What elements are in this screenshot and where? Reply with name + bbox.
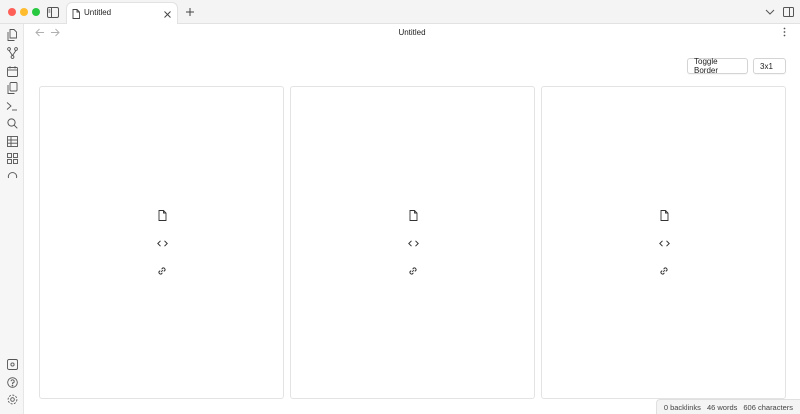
character-count: 606 characters	[743, 402, 793, 412]
terminal-icon[interactable]	[5, 99, 19, 113]
help-icon[interactable]	[5, 375, 19, 389]
link-icon[interactable]	[156, 265, 168, 277]
left-ribbon	[0, 24, 24, 414]
status-bar: 0 backlinks 46 words 606 characters	[655, 399, 800, 414]
title-bar: Untitled	[0, 0, 800, 24]
grid-panel-2[interactable]	[290, 86, 535, 399]
minimize-window-button[interactable]	[20, 8, 28, 16]
close-icon[interactable]	[163, 8, 172, 22]
dashboard-icon[interactable]	[5, 151, 19, 165]
code-icon[interactable]	[156, 237, 168, 249]
more-vertical-icon[interactable]	[778, 26, 790, 38]
code-icon[interactable]	[658, 237, 670, 249]
maximize-window-button[interactable]	[32, 8, 40, 16]
files-icon[interactable]	[5, 28, 19, 42]
grid-panel-3[interactable]	[541, 86, 786, 399]
code-icon[interactable]	[407, 237, 419, 249]
page-title[interactable]: Untitled	[24, 28, 800, 37]
split-view-icon[interactable]	[781, 5, 795, 19]
search-icon[interactable]	[5, 116, 19, 130]
file-icon[interactable]	[156, 209, 168, 221]
file-icon[interactable]	[407, 209, 419, 221]
graph-icon[interactable]	[5, 46, 19, 60]
settings-icon[interactable]	[5, 392, 19, 406]
tab-untitled[interactable]: Untitled	[66, 2, 178, 24]
sync-icon[interactable]	[5, 169, 19, 183]
link-icon[interactable]	[658, 265, 670, 277]
tab-title: Untitled	[84, 8, 112, 17]
table-icon[interactable]	[5, 134, 19, 148]
copy-icon[interactable]	[5, 81, 19, 95]
word-count: 46 words	[706, 402, 738, 412]
file-icon	[72, 8, 80, 22]
plus-icon[interactable]	[183, 5, 197, 19]
grid-panel-1[interactable]	[39, 86, 284, 399]
file-icon[interactable]	[658, 209, 670, 221]
close-window-button[interactable]	[8, 8, 16, 16]
toggle-border-button[interactable]: Toggle Border	[687, 57, 748, 75]
chevron-down-icon[interactable]	[763, 5, 777, 19]
backlinks-count[interactable]: 0 backlinks	[664, 403, 701, 412]
view-header: Untitled	[24, 24, 800, 42]
calendar-icon[interactable]	[5, 64, 19, 78]
sidebar-toggle-icon[interactable]	[46, 5, 60, 19]
layout-select[interactable]: 3x1	[753, 58, 786, 74]
vault-icon[interactable]	[5, 357, 19, 371]
link-icon[interactable]	[407, 265, 419, 277]
